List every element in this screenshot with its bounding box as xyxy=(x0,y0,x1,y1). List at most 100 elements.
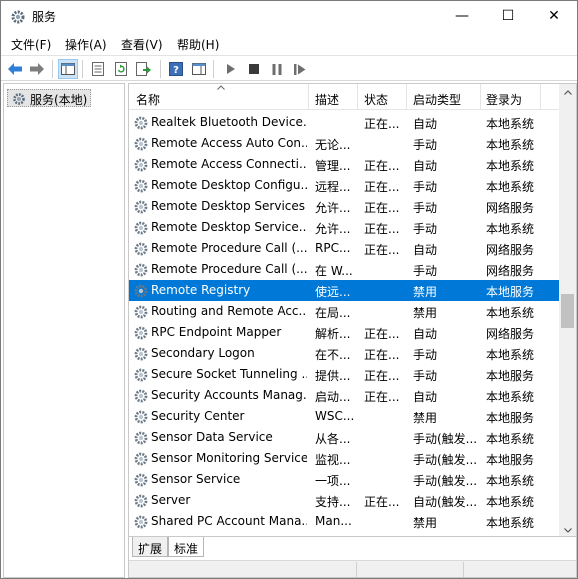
service-row[interactable]: Remote Desktop Service... 允许... 正在... 手动 本地系… xyxy=(129,217,559,238)
service-row[interactable]: Remote Access Connecti... 管理... 正在... 自动 本地系… xyxy=(129,154,559,175)
service-logon-as: 本地系统 xyxy=(486,495,535,509)
service-row[interactable]: Remote Procedure Call (... 在 W... 手动 网络服务 xyxy=(129,259,559,280)
vertical-scrollbar[interactable] xyxy=(559,84,576,539)
start-service-button[interactable] xyxy=(221,59,241,79)
services-list: Realtek Bluetooth Device... 正在... 自动 本地系统 Re… xyxy=(129,112,559,532)
toolbar: ? xyxy=(1,55,577,81)
service-logon-as: 本地服务 xyxy=(486,453,535,467)
column-header-status[interactable]: 状态 xyxy=(364,91,388,108)
service-row[interactable]: Server 支持... 正在... 自动(触发... 本地系统 xyxy=(129,490,559,511)
view-tabs: 扩展 标准 xyxy=(129,536,576,558)
service-row[interactable]: Remote Desktop Configu... 远程... 正在... 手动 本地系… xyxy=(129,175,559,196)
properties-button[interactable] xyxy=(88,59,108,79)
service-row[interactable]: Shared PC Account Mana... Man... 禁用 本地系统 xyxy=(129,511,559,532)
stop-service-button[interactable] xyxy=(244,59,264,79)
service-row[interactable]: Sensor Service 一项... 手动(触发... 本地系统 xyxy=(129,469,559,490)
service-startup-type: 手动 xyxy=(413,264,438,278)
scrollbar-thumb[interactable] xyxy=(561,294,574,328)
column-header-logon-as[interactable]: 登录为 xyxy=(486,91,522,108)
service-startup-type: 禁用 xyxy=(413,285,438,299)
service-name: Remote Registry xyxy=(151,283,251,297)
forward-button[interactable] xyxy=(27,59,47,79)
restart-icon xyxy=(294,63,306,75)
show-hide-console-tree-button[interactable] xyxy=(58,59,78,79)
minimize-button[interactable]: — xyxy=(439,1,485,31)
action-pane-icon xyxy=(192,63,206,75)
service-gear-icon xyxy=(134,494,148,508)
menu-action[interactable]: 操作(A) xyxy=(65,36,107,53)
service-status: 正在... xyxy=(364,201,400,215)
service-description: Man... xyxy=(315,514,352,528)
service-gear-icon xyxy=(134,263,148,277)
service-row[interactable]: Remote Registry 使远... 禁用 本地服务 xyxy=(129,280,559,301)
service-description: 远程... xyxy=(315,180,351,194)
service-status: 正在... xyxy=(364,390,400,404)
close-button[interactable]: ✕ xyxy=(531,1,577,31)
service-startup-type: 自动(触发... xyxy=(413,495,478,509)
service-row[interactable]: Secondary Logon 在不... 正在... 手动 本地系统 xyxy=(129,343,559,364)
service-description: 支持... xyxy=(315,495,351,509)
service-gear-icon xyxy=(134,389,148,403)
service-name: Security Accounts Manag... xyxy=(151,388,307,402)
service-row[interactable]: Sensor Monitoring Service 监视... 手动(触发... 本地… xyxy=(129,448,559,469)
service-logon-as: 本地系统 xyxy=(486,432,535,446)
service-startup-type: 禁用 xyxy=(413,516,438,530)
service-startup-type: 禁用 xyxy=(413,306,438,320)
menu-file[interactable]: 文件(F) xyxy=(11,36,51,53)
service-startup-type: 自动 xyxy=(413,117,438,131)
service-startup-type: 自动 xyxy=(413,327,438,341)
service-description: 允许... xyxy=(315,201,351,215)
service-row[interactable]: Remote Desktop Services 允许... 正在... 手动 网络服务 xyxy=(129,196,559,217)
service-row[interactable]: RPC Endpoint Mapper 解析... 正在... 自动 网络服务 xyxy=(129,322,559,343)
service-logon-as: 本地系统 xyxy=(486,390,535,404)
service-description: 提供... xyxy=(315,369,351,383)
service-row[interactable]: Security Center WSC... 禁用 本地服务 xyxy=(129,406,559,427)
service-row[interactable]: Security Accounts Manag... 启动... 正在... 自动 本地… xyxy=(129,385,559,406)
services-window: 服务 — ☐ ✕ 文件(F) 操作(A) 查看(V) 帮助(H) ? 服务(本地… xyxy=(0,0,578,579)
service-row[interactable]: Routing and Remote Acc... 在局... 禁用 本地系统 xyxy=(129,301,559,322)
menu-help[interactable]: 帮助(H) xyxy=(177,36,219,53)
service-row[interactable]: Realtek Bluetooth Device... 正在... 自动 本地系统 xyxy=(129,112,559,133)
service-status: 正在... xyxy=(364,369,400,383)
column-header-name[interactable]: 名称 xyxy=(136,91,160,108)
service-row[interactable]: Remote Procedure Call (... RPC... 正在... 自动 网… xyxy=(129,238,559,259)
service-startup-type: 禁用 xyxy=(413,411,438,425)
tab-extended[interactable]: 扩展 xyxy=(132,537,169,557)
service-logon-as: 网络服务 xyxy=(486,201,535,215)
refresh-button[interactable] xyxy=(111,59,131,79)
column-header-description[interactable]: 描述 xyxy=(315,91,339,108)
service-startup-type: 手动 xyxy=(413,348,438,362)
export-list-button[interactable] xyxy=(134,59,154,79)
service-description: WSC... xyxy=(315,409,355,423)
service-gear-icon xyxy=(134,179,148,193)
service-startup-type: 手动 xyxy=(413,138,438,152)
column-header-startup-type[interactable]: 启动类型 xyxy=(413,91,461,108)
help-button[interactable]: ? xyxy=(166,59,186,79)
tab-standard[interactable]: 标准 xyxy=(168,537,205,557)
service-startup-type: 手动 xyxy=(413,180,438,194)
pause-service-button[interactable] xyxy=(267,59,287,79)
tree-item-services-local[interactable]: 服务(本地) xyxy=(7,89,92,107)
back-arrow-icon xyxy=(8,63,22,75)
service-status: 正在... xyxy=(364,348,400,362)
service-row[interactable]: Sensor Data Service 从各... 手动(触发... 本地系统 xyxy=(129,427,559,448)
service-row[interactable]: Secure Socket Tunneling ... 提供... 正在... 手动 本… xyxy=(129,364,559,385)
menu-view[interactable]: 查看(V) xyxy=(121,36,163,53)
service-row[interactable]: Remote Access Auto Con... 无论... 手动 本地系统 xyxy=(129,133,559,154)
back-button[interactable] xyxy=(5,59,25,79)
service-gear-icon xyxy=(134,242,148,256)
service-gear-icon xyxy=(134,452,148,466)
service-name: Sensor Data Service xyxy=(151,430,273,444)
maximize-button[interactable]: ☐ xyxy=(485,1,531,31)
service-description: 在不... xyxy=(315,348,351,362)
service-logon-as: 本地系统 xyxy=(486,516,535,530)
refresh-icon xyxy=(115,62,127,76)
service-description: 无论... xyxy=(315,138,351,152)
restart-service-button[interactable] xyxy=(290,59,310,79)
service-status: 正在... xyxy=(364,222,400,236)
scroll-up-button[interactable] xyxy=(559,84,576,101)
service-name: Security Center xyxy=(151,409,245,423)
service-description: 在 W... xyxy=(315,264,353,278)
service-startup-type: 手动 xyxy=(413,222,438,236)
show-action-pane-button[interactable] xyxy=(189,59,209,79)
